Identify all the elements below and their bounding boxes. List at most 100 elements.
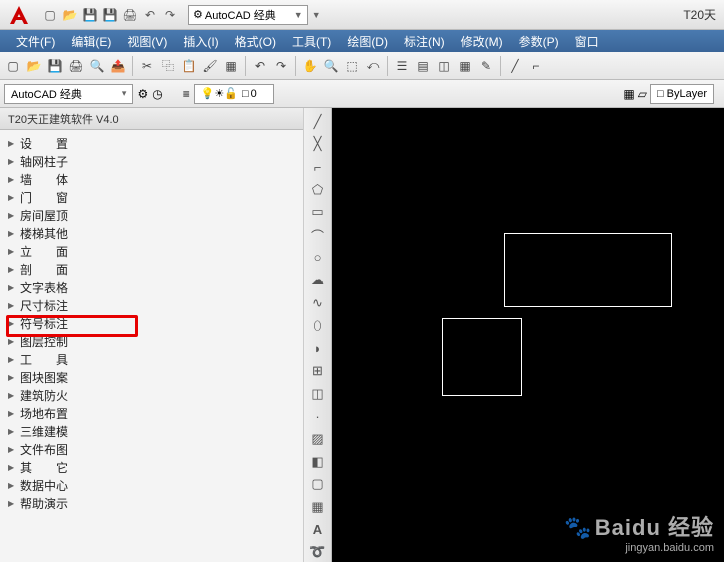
watermark-brand: Baidu 经验 [595, 515, 714, 540]
redo-icon[interactable]: ↷ [272, 57, 290, 75]
text-icon[interactable]: A [308, 520, 328, 540]
tree-item[interactable]: ▶图块图案 [0, 368, 303, 386]
qat-dropdown[interactable]: ▼ [312, 10, 321, 20]
insert-icon[interactable]: ⊞ [308, 361, 328, 381]
tool-palette-icon[interactable]: ◫ [435, 57, 453, 75]
tree-item[interactable]: ▶帮助演示 [0, 494, 303, 512]
drawing-canvas[interactable]: 🐾Baidu 经验 jingyan.baidu.com [332, 108, 724, 562]
tree-item[interactable]: ▶剖 面 [0, 260, 303, 278]
tree-item[interactable]: ▶文字表格 [0, 278, 303, 296]
helix-icon[interactable]: ➰ [308, 542, 328, 562]
menu-edit[interactable]: 编辑(E) [63, 33, 119, 50]
table-icon[interactable]: ▦ [308, 497, 328, 517]
print-icon[interactable]: 🖨 [67, 57, 85, 75]
color-icon[interactable]: ▦ [623, 87, 634, 101]
tree-item[interactable]: ▶其 它 [0, 458, 303, 476]
circle-icon[interactable]: ○ [308, 248, 328, 268]
gear-icon[interactable]: ⚙ [137, 87, 148, 101]
menu-format[interactable]: 格式(O) [227, 33, 284, 50]
save-icon[interactable]: 💾 [46, 57, 64, 75]
revcloud-icon[interactable]: ☁ [308, 271, 328, 291]
preview-icon[interactable]: 🔍 [88, 57, 106, 75]
zoom-window-icon[interactable]: ⬚ [343, 57, 361, 75]
polygon-icon[interactable]: ⬠ [308, 180, 328, 200]
color-combo[interactable]: □ ByLayer [650, 84, 714, 104]
tree-item[interactable]: ▶尺寸标注 [0, 296, 303, 314]
region-icon[interactable]: ▢ [308, 475, 328, 495]
layer-combo[interactable]: 💡 ☀ 🔓 □ 0 [194, 84, 274, 104]
tree-item-label: 楼梯其他 [20, 225, 68, 242]
tree-item[interactable]: ▶房间屋顶 [0, 206, 303, 224]
workspace-selector[interactable]: ⚙ AutoCAD 经典 ▼ [188, 5, 308, 25]
match-icon[interactable]: 🖌 [201, 57, 219, 75]
block-icon[interactable]: ◫ [308, 384, 328, 404]
line-icon[interactable]: ╱ [506, 57, 524, 75]
undo-icon[interactable]: ↶ [142, 7, 158, 23]
menu-modify[interactable]: 修改(M) [453, 33, 511, 50]
save-icon[interactable]: 💾 [82, 7, 98, 23]
new-icon[interactable]: ▢ [4, 57, 22, 75]
ellipse-icon[interactable]: ⬯ [308, 316, 328, 336]
tree-item[interactable]: ▶图层控制 [0, 332, 303, 350]
menu-file[interactable]: 文件(F) [8, 33, 63, 50]
pline-icon[interactable]: ⌐ [308, 157, 328, 177]
layer-icon[interactable]: ▱ [638, 87, 647, 101]
tree-item-label: 墙 体 [20, 171, 68, 188]
arc-icon[interactable]: ⌒ [308, 225, 328, 245]
open-icon[interactable]: 📂 [62, 7, 78, 23]
line-icon[interactable]: ╱ [308, 112, 328, 132]
redo-icon[interactable]: ↷ [162, 7, 178, 23]
tree-item[interactable]: ▶三维建模 [0, 422, 303, 440]
menu-window[interactable]: 窗口 [567, 33, 607, 50]
gradient-icon[interactable]: ◧ [308, 452, 328, 472]
tree-item[interactable]: ▶符号标注 [0, 314, 303, 332]
xline-icon[interactable]: ╳ [308, 135, 328, 155]
zoom-prev-icon[interactable]: ⤺ [364, 57, 382, 75]
copy-icon[interactable]: ⿻ [159, 57, 177, 75]
ellipse-arc-icon[interactable]: ◗ [308, 339, 328, 359]
tree-item[interactable]: ▶设 置 [0, 134, 303, 152]
tree-item[interactable]: ▶建筑防火 [0, 386, 303, 404]
menu-dimension[interactable]: 标注(N) [396, 33, 453, 50]
rect-icon[interactable]: ▭ [308, 203, 328, 223]
tree-item[interactable]: ▶轴网柱子 [0, 152, 303, 170]
tree-item[interactable]: ▶数据中心 [0, 476, 303, 494]
menu-insert[interactable]: 插入(I) [175, 33, 226, 50]
cut-icon[interactable]: ✂ [138, 57, 156, 75]
layer-props-icon[interactable]: ≡ [183, 87, 190, 101]
triangle-icon: ▶ [8, 427, 14, 436]
publish-icon[interactable]: 📤 [109, 57, 127, 75]
triangle-icon: ▶ [8, 481, 14, 490]
tree-item[interactable]: ▶门 窗 [0, 188, 303, 206]
calc-icon[interactable]: ▦ [456, 57, 474, 75]
tree-item[interactable]: ▶楼梯其他 [0, 224, 303, 242]
markup-icon[interactable]: ✎ [477, 57, 495, 75]
tree-item[interactable]: ▶墙 体 [0, 170, 303, 188]
properties-icon[interactable]: ☰ [393, 57, 411, 75]
saveas-icon[interactable]: 💾 [102, 7, 118, 23]
zoom-icon[interactable]: 🔍 [322, 57, 340, 75]
menu-parametric[interactable]: 参数(P) [511, 33, 567, 50]
point-icon[interactable]: · [308, 407, 328, 427]
block-icon[interactable]: ▦ [222, 57, 240, 75]
pan-icon[interactable]: ✋ [301, 57, 319, 75]
menu-tools[interactable]: 工具(T) [284, 33, 339, 50]
paste-icon[interactable]: 📋 [180, 57, 198, 75]
tree-item[interactable]: ▶工 具 [0, 350, 303, 368]
triangle-icon: ▶ [8, 247, 14, 256]
menu-view[interactable]: 视图(V) [119, 33, 175, 50]
workspace-save-icon[interactable]: ◷ [152, 87, 162, 101]
print-icon[interactable]: 🖨 [122, 7, 138, 23]
tree-item[interactable]: ▶场地布置 [0, 404, 303, 422]
menu-draw[interactable]: 绘图(D) [339, 33, 396, 50]
workspace-combo[interactable]: AutoCAD 经典 ▾ [4, 84, 133, 104]
tree-item[interactable]: ▶文件布图 [0, 440, 303, 458]
open-icon[interactable]: 📂 [25, 57, 43, 75]
spline-icon[interactable]: ∿ [308, 293, 328, 313]
tree-item[interactable]: ▶立 面 [0, 242, 303, 260]
pline-icon[interactable]: ⌐ [527, 57, 545, 75]
sheet-icon[interactable]: ▤ [414, 57, 432, 75]
undo-icon[interactable]: ↶ [251, 57, 269, 75]
new-icon[interactable]: ▢ [42, 7, 58, 23]
hatch-icon[interactable]: ▨ [308, 429, 328, 449]
